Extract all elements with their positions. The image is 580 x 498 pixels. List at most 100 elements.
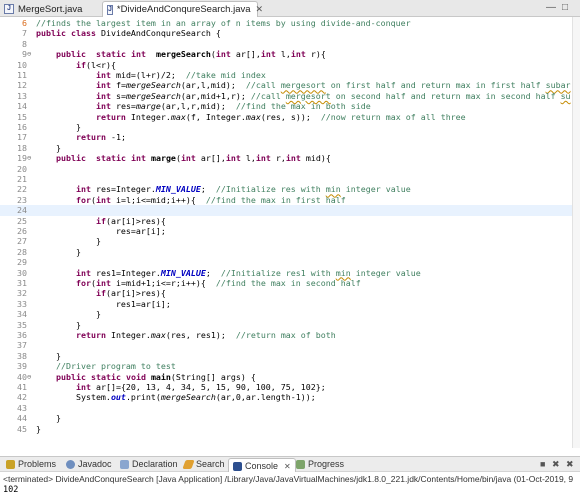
line-number: 25 <box>17 215 27 226</box>
code-line[interactable]: 15 return Integer.max(f, Integer.max(res… <box>0 112 572 122</box>
code-text: return -1; <box>75 132 126 143</box>
code-line[interactable]: 35 } <box>0 320 572 330</box>
line-number: 42 <box>17 392 27 403</box>
code-line[interactable]: 27 } <box>0 236 572 246</box>
console-icon <box>233 461 242 471</box>
code-line[interactable]: 20 <box>0 164 572 174</box>
line-number: 40 <box>17 371 27 382</box>
code-text: if(l<r){ <box>75 59 116 70</box>
code-line[interactable]: 44 } <box>0 413 572 423</box>
code-line[interactable]: 25 if(ar[i]>res){ <box>0 216 572 226</box>
maximize-icon[interactable]: □ <box>562 2 568 13</box>
code-text: int res=Integer.MIN_VALUE; //Initialize … <box>75 184 411 195</box>
code-text: int mid=(l+r)/2; //take mid index <box>95 70 266 80</box>
line-number: 45 <box>17 423 27 434</box>
code-line[interactable]: 42 System.out.print(mergeSearch(ar,0,ar.… <box>0 392 572 402</box>
tab-mergesort[interactable]: J MergeSort.java <box>0 1 100 17</box>
terminate-icon[interactable]: ■ <box>540 459 545 469</box>
progress-icon <box>296 459 305 469</box>
code-line[interactable]: 19 ⊖ public static int marge(int ar[],int… <box>0 153 572 163</box>
code-line[interactable]: 37 <box>0 340 572 350</box>
code-line[interactable]: 36 return Integer.max(res, res1); //retu… <box>0 330 572 340</box>
line-number: 18 <box>17 142 27 153</box>
line-number: 29 <box>17 257 27 268</box>
code-line[interactable]: 45} <box>0 424 572 434</box>
fold-toggle-icon[interactable]: ⊖ <box>27 49 35 59</box>
code-line[interactable]: 8 <box>0 39 572 49</box>
code-line[interactable]: 40 ⊖ public static void main(String[] arg… <box>0 372 572 382</box>
code-line[interactable]: 26 res=ar[i]; <box>0 226 572 236</box>
code-line[interactable]: 41 int ar[]={20, 13, 4, 34, 5, 15, 90, 1… <box>0 382 572 392</box>
code-text: } <box>36 423 41 434</box>
close-icon[interactable]: ✕ <box>284 462 291 471</box>
fold-toggle-icon[interactable]: ⊖ <box>27 153 35 163</box>
remove-all-icon[interactable]: ✖ <box>566 459 574 470</box>
code-line[interactable]: 32 if(ar[i]>res){ <box>0 288 572 298</box>
code-editor[interactable]: 6 //finds the largest item in an array of… <box>0 17 572 448</box>
line-number: 30 <box>17 267 27 278</box>
code-text: public static int mergeSearch(int ar[],i… <box>55 49 326 60</box>
code-line[interactable]: 14 int res=marge(ar,l,r,mid); //find the… <box>0 101 572 111</box>
line-number: 11 <box>17 70 27 80</box>
code-text: int res=marge(ar,l,r,mid); //find the ma… <box>95 101 371 112</box>
code-line[interactable]: 21 <box>0 174 572 184</box>
line-number: 43 <box>17 402 27 413</box>
code-text: } <box>36 142 61 153</box>
fold-toggle-icon[interactable]: ⊖ <box>27 372 35 382</box>
code-line[interactable]: 38 } <box>0 351 572 361</box>
code-line[interactable]: 23 for(int i=l;i<=mid;i++){ //find the m… <box>0 195 572 205</box>
code-line[interactable]: 7 public class DivideAndConqureSearch { <box>0 28 572 38</box>
code-line[interactable]: 30 int res1=Integer.MIN_VALUE; //Initial… <box>0 268 572 278</box>
view-tab-label: Search <box>196 459 225 469</box>
tab-console[interactable]: Console ✕ <box>228 458 296 473</box>
tab-search[interactable]: Search <box>182 459 225 469</box>
code-line[interactable]: 33 res1=ar[i]; <box>0 299 572 309</box>
tab-javadoc[interactable]: Javadoc <box>66 459 112 469</box>
line-number: 7 <box>22 28 27 39</box>
code-line[interactable]: 43 <box>0 403 572 413</box>
editor-tab-bar: J MergeSort.java J *DivideAndConqureSear… <box>0 0 580 17</box>
code-text: } <box>36 350 61 361</box>
code-line[interactable]: 17 return -1; <box>0 132 572 142</box>
code-line[interactable]: 34 } <box>0 309 572 319</box>
code-line[interactable]: 28 } <box>0 247 572 257</box>
code-text: int res1=Integer.MIN_VALUE; //Initialize… <box>75 267 421 278</box>
line-number: 15 <box>17 111 27 122</box>
line-number: 28 <box>17 246 27 257</box>
console-view[interactable]: <terminated> DivideAndConqureSearch [Jav… <box>0 472 580 498</box>
code-line[interactable]: 13 int s=mergeSearch(ar,mid+1,r); //call… <box>0 91 572 101</box>
close-icon[interactable]: ✕ <box>256 4 264 15</box>
tab-declaration[interactable]: Declaration <box>120 459 178 469</box>
code-line[interactable]: 10 if(l<r){ <box>0 60 572 70</box>
editor-scrollbar[interactable] <box>572 17 580 448</box>
code-text: } <box>36 122 81 132</box>
tab-problems[interactable]: Problems <box>6 459 56 469</box>
code-line[interactable]: 22 int res=Integer.MIN_VALUE; //Initiali… <box>0 184 572 194</box>
code-line[interactable]: 9 ⊖ public static int mergeSearch(int ar[… <box>0 49 572 59</box>
line-number: 26 <box>17 226 27 236</box>
remove-launch-icon[interactable]: ✖ <box>552 459 560 470</box>
view-tab-label: Declaration <box>132 459 178 469</box>
code-line[interactable]: 39 //Driver program to test <box>0 361 572 371</box>
problems-icon <box>6 459 15 469</box>
tab-progress[interactable]: Progress <box>296 459 344 469</box>
code-line[interactable]: 18 } <box>0 143 572 153</box>
line-number: 9 <box>22 49 27 60</box>
code-line[interactable]: 31 for(int i=mid+1;i<=r;i++){ //find the… <box>0 278 572 288</box>
code-line[interactable]: 16 } <box>0 122 572 132</box>
code-text: if(ar[i]>res){ <box>95 288 166 299</box>
minimize-icon[interactable]: — <box>546 2 556 13</box>
code-text: return Integer.max(res, res1); //return … <box>75 330 336 340</box>
line-number: 27 <box>17 236 27 247</box>
code-line[interactable]: 6 //finds the largest item in an array of… <box>0 18 572 28</box>
code-line[interactable]: 24 <box>0 205 572 216</box>
code-line[interactable]: 12 int f=mergeSearch(ar,l,mid); //call m… <box>0 80 572 90</box>
tab-divideandconquresearch[interactable]: J *DivideAndConqureSearch.java ✕ <box>102 1 263 17</box>
line-number: 44 <box>17 413 27 424</box>
code-line[interactable]: 29 <box>0 257 572 267</box>
line-number: 33 <box>17 298 27 309</box>
declaration-icon <box>120 459 129 469</box>
line-number: 38 <box>17 350 27 361</box>
code-text: for(int i=mid+1;i<=r;i++){ //find the ma… <box>75 278 361 288</box>
code-line[interactable]: 11 int mid=(l+r)/2; //take mid index <box>0 70 572 80</box>
